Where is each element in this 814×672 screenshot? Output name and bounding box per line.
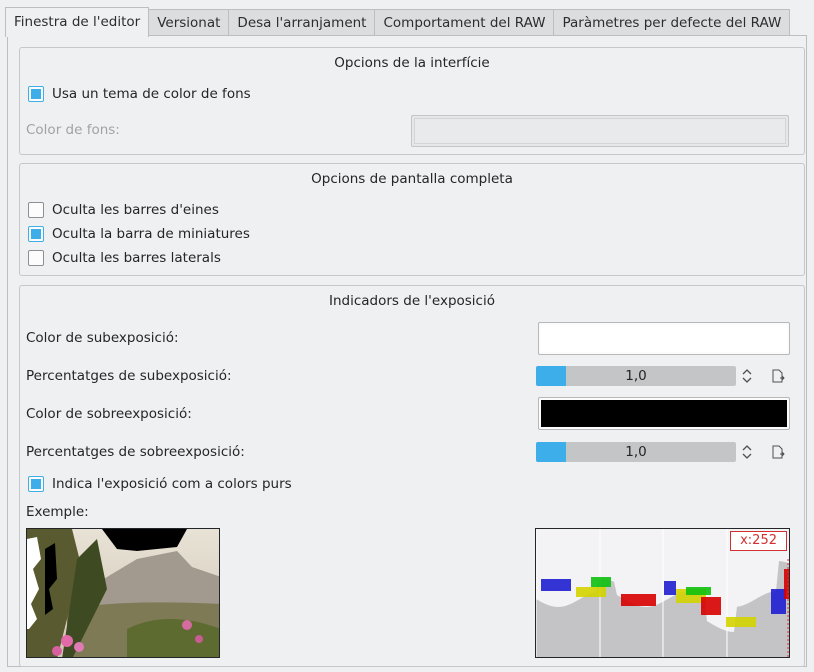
tab-versioning[interactable]: Versionat [149,9,230,36]
use-theme-checkbox[interactable] [28,86,44,102]
tab-panel: Opcions de la interfície Usa un tema de … [7,35,807,667]
histogram-channel-segment [621,594,656,606]
over-color-button[interactable] [538,397,790,430]
pure-colors-label: Indica l'exposició com a colors purs [52,476,292,492]
example-label: Exemple: [26,504,89,520]
use-theme-row[interactable]: Usa un tema de color de fons [28,86,251,102]
tab-save-settings[interactable]: Desa l'arranjament [229,9,376,36]
under-pct-arrows[interactable] [740,366,754,386]
histogram-preview: x:252 [535,528,790,658]
over-pct-spinbox[interactable]: 1,0 [536,442,796,462]
histogram-channel-segment [664,581,676,595]
histogram-channel-segment [541,579,571,591]
histogram-channel-segment [701,597,721,615]
bg-color-swatch [414,118,786,144]
histogram-channel-segment [576,587,606,597]
hide-sidebars-label: Oculta les barres laterals [52,250,221,266]
hide-sidebars-row[interactable]: Oculta les barres laterals [28,250,221,266]
under-color-label: Color de subexposició: [26,330,179,346]
hide-sidebars-checkbox[interactable] [28,250,44,266]
exposure-title: Indicadors de l'exposició [329,293,495,309]
over-pct-label: Percentatges de sobreexposició: [26,444,245,460]
hide-toolbars-row[interactable]: Oculta les barres d'eines [28,202,219,218]
histogram-readout: x:252 [730,531,787,551]
under-color-button[interactable] [538,322,790,355]
under-pct-value: 1,0 [625,368,647,384]
interface-options-group: Opcions de la interfície Usa un tema de … [19,47,805,155]
fullscreen-options-group: Opcions de pantalla completa Oculta les … [19,163,805,276]
tab-bar: Finestra de l'editor Versionat Desa l'ar… [5,7,791,37]
use-theme-label: Usa un tema de color de fons [52,86,251,102]
over-pct-value: 1,0 [625,444,647,460]
reset-icon[interactable] [770,444,786,460]
tab-raw-defaults[interactable]: Paràmetres per defecte del RAW [554,9,791,36]
pure-colors-row[interactable]: Indica l'exposició com a colors purs [28,476,292,492]
hide-toolbars-label: Oculta les barres d'eines [52,202,219,218]
hide-thumbbar-label: Oculta la barra de miniatures [52,226,250,242]
under-pct-label: Percentatges de subexposició: [26,368,232,384]
bg-color-button[interactable] [411,115,789,147]
over-color-label: Color de sobreexposició: [26,406,192,422]
histogram-channel-segment [591,577,611,587]
under-color-swatch [541,325,787,352]
histogram-channel-segment [726,617,756,627]
tab-editor-window[interactable]: Finestra de l'editor [5,7,150,37]
histogram-channel-segment [784,569,789,599]
fullscreen-options-title: Opcions de pantalla completa [311,171,513,187]
over-pct-arrows[interactable] [740,442,754,462]
reset-icon[interactable] [770,368,786,384]
under-pct-spinbox[interactable]: 1,0 [536,366,796,386]
hide-thumbbar-row[interactable]: Oculta la barra de miniatures [28,226,250,242]
spin-arrows-icon [742,445,752,459]
interface-options-title: Opcions de la interfície [334,55,490,71]
spin-arrows-icon [742,369,752,383]
pure-colors-checkbox[interactable] [28,476,44,492]
histogram-channel-segment [686,587,711,595]
histogram-channel-segment [771,589,786,614]
hide-toolbars-checkbox[interactable] [28,202,44,218]
tab-raw-behavior[interactable]: Comportament del RAW [375,9,555,36]
example-preview-image [26,528,220,658]
bg-color-label: Color de fons: [26,122,120,138]
hide-thumbbar-checkbox[interactable] [28,226,44,242]
over-color-swatch [541,400,787,427]
